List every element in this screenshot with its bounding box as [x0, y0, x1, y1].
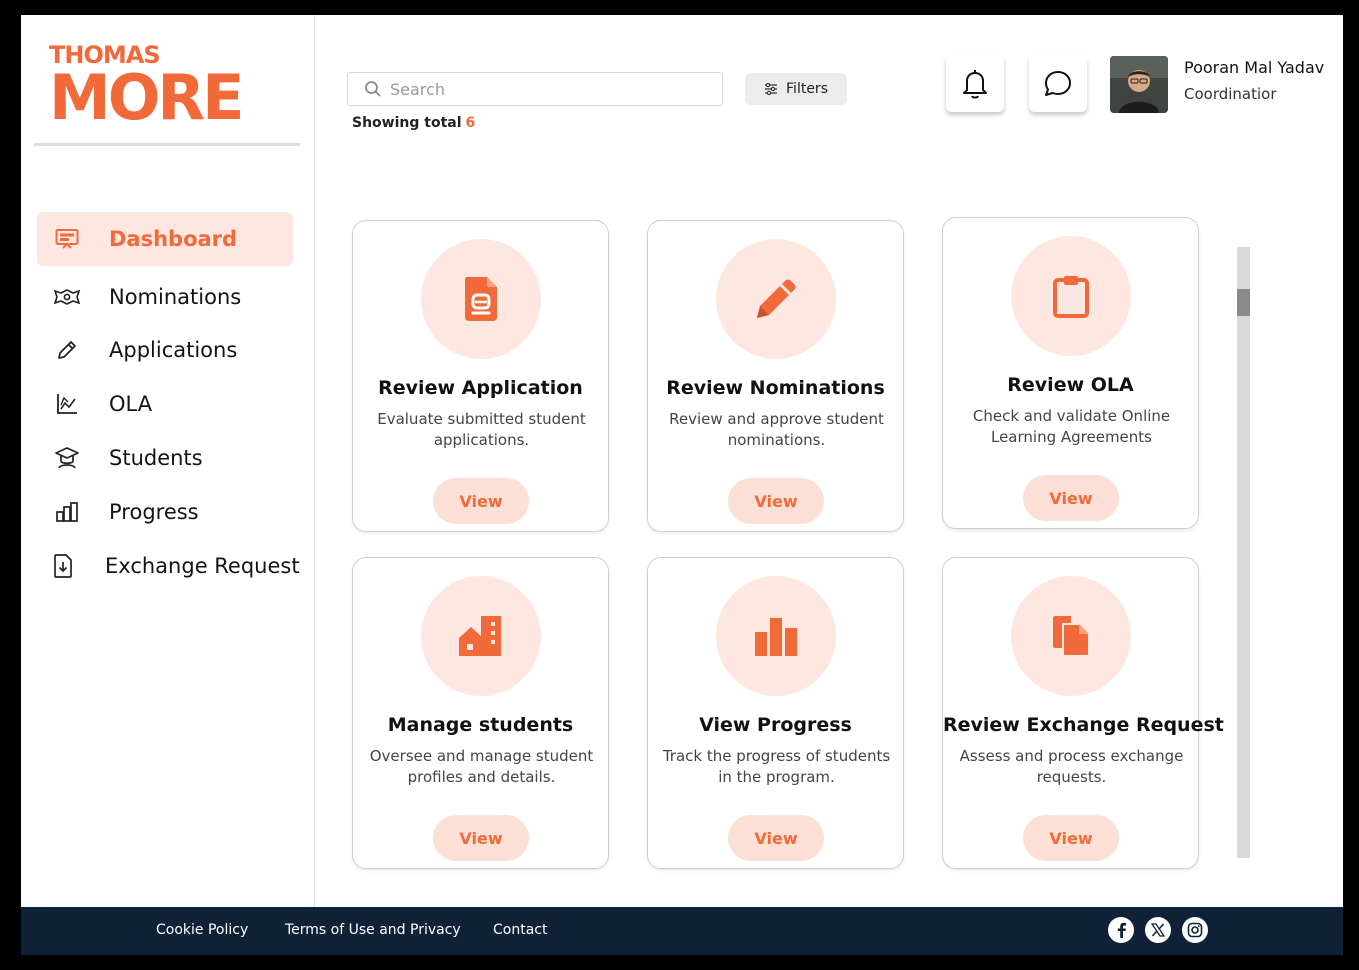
card-title: Review Application: [378, 377, 583, 399]
card-review-application: Review Application Evaluate submitted st…: [352, 220, 609, 532]
search-icon: [364, 80, 382, 98]
view-button[interactable]: View: [1023, 815, 1119, 861]
view-button[interactable]: View: [1023, 475, 1119, 521]
facebook-icon[interactable]: [1108, 917, 1134, 943]
avatar[interactable]: [1110, 56, 1168, 113]
showing-total-label: Showing total: [352, 115, 462, 131]
sidebar-item-label: Applications: [109, 338, 238, 362]
card-title: Review OLA: [1007, 374, 1134, 396]
footer-link-contact[interactable]: Contact: [493, 922, 547, 938]
showing-total: Showing total 6: [352, 115, 475, 131]
card-icon-circle: [716, 239, 836, 359]
thomas-more-logo[interactable]: THOMAS MORE: [49, 43, 249, 129]
card-review-ola: Review OLA Check and validate Online Lea…: [942, 217, 1199, 529]
footer-link-cookie-policy[interactable]: Cookie Policy: [156, 922, 248, 938]
sidebar-item-label: Students: [109, 446, 203, 470]
footer-link-terms[interactable]: Terms of Use and Privacy: [285, 922, 461, 938]
download-file-icon: [49, 552, 77, 580]
card-title: Review Nominations: [666, 377, 885, 399]
chat-bubble-icon: [1045, 70, 1071, 96]
card-title: Review Exchange Request: [943, 714, 1224, 736]
logo-divider: [34, 143, 300, 146]
sidebar-item-nominations[interactable]: Nominations: [37, 270, 293, 324]
card-manage-students: Manage students Oversee and manage stude…: [352, 557, 609, 869]
view-button[interactable]: View: [728, 478, 824, 524]
ticket-icon: [53, 283, 81, 311]
sidebar-item-label: Exchange Request: [105, 554, 300, 578]
card-description: Check and validate Online Learning Agree…: [972, 407, 1171, 446]
view-button[interactable]: View: [433, 815, 529, 861]
bar-chart-icon: [755, 618, 797, 656]
logo-line-2: MORE: [49, 61, 245, 134]
view-button[interactable]: View: [728, 815, 824, 861]
chart-line-icon: [53, 390, 81, 418]
pencil-icon: [757, 279, 796, 318]
buildings-icon: [459, 616, 501, 656]
card-review-exchange-request: Review Exchange Request Assess and proce…: [942, 557, 1224, 869]
card-view-progress: View Progress Track the progress of stud…: [647, 557, 904, 869]
sidebar-item-ola[interactable]: OLA: [37, 377, 293, 431]
card-description: Evaluate submitted student applications.: [377, 410, 586, 449]
search-input[interactable]: [390, 79, 710, 99]
bell-icon: [963, 69, 987, 98]
copy-files-icon: [1053, 616, 1090, 657]
card-review-nominations: Review Nominations Review and approve st…: [647, 220, 904, 532]
sidebar: THOMAS MORE Dashboard Nominations Applic…: [21, 15, 315, 907]
instagram-icon[interactable]: [1182, 917, 1208, 943]
x-icon[interactable]: [1145, 917, 1171, 943]
card-description: Track the progress of students in the pr…: [662, 747, 891, 786]
sidebar-item-label: Dashboard: [109, 227, 238, 251]
messages-button[interactable]: [1029, 55, 1087, 112]
sidebar-item-label: Progress: [109, 500, 199, 524]
user-role: Coordinatior: [1184, 85, 1277, 103]
bar-chart-icon: [53, 498, 81, 526]
card-title: View Progress: [699, 714, 852, 736]
notifications-button[interactable]: [946, 55, 1004, 112]
document-icon: [465, 277, 497, 321]
clipboard-icon: [1053, 276, 1089, 318]
scrollbar-thumb[interactable]: [1237, 289, 1250, 316]
footer: Cookie Policy Terms of Use and Privacy C…: [21, 907, 1343, 955]
showing-total-count: 6: [465, 115, 476, 131]
pencil-icon: [53, 336, 81, 364]
filters-label: Filters: [786, 81, 828, 97]
sidebar-item-label: Nominations: [109, 285, 242, 309]
graduation-cap-icon: [53, 444, 81, 472]
card-icon-circle: [1011, 576, 1131, 696]
scrollbar-track[interactable]: [1237, 247, 1250, 858]
card-description: Oversee and manage student profiles and …: [369, 747, 594, 786]
card-title: Manage students: [387, 714, 574, 736]
card-icon-circle: [421, 239, 541, 359]
sidebar-item-exchange-request[interactable]: Exchange Request: [33, 539, 303, 593]
sliders-icon: [765, 83, 778, 95]
search-box[interactable]: [347, 72, 723, 106]
card-icon-circle: [421, 576, 541, 696]
filters-button[interactable]: Filters: [745, 73, 847, 105]
view-button[interactable]: View: [433, 478, 529, 524]
monitor-icon: [53, 225, 81, 253]
sidebar-item-students[interactable]: Students: [37, 431, 293, 485]
card-description: Review and approve student nominations.: [669, 410, 884, 449]
card-icon-circle: [1011, 236, 1131, 356]
sidebar-item-dashboard[interactable]: Dashboard: [37, 212, 293, 266]
sidebar-item-applications[interactable]: Applications: [37, 323, 293, 377]
user-name: Pooran Mal Yadav: [1184, 58, 1325, 77]
app-window: THOMAS MORE Dashboard Nominations Applic…: [21, 15, 1343, 955]
card-description: Assess and process exchange requests.: [959, 747, 1184, 786]
sidebar-item-label: OLA: [109, 392, 153, 416]
card-icon-circle: [716, 576, 836, 696]
sidebar-item-progress[interactable]: Progress: [37, 485, 293, 539]
